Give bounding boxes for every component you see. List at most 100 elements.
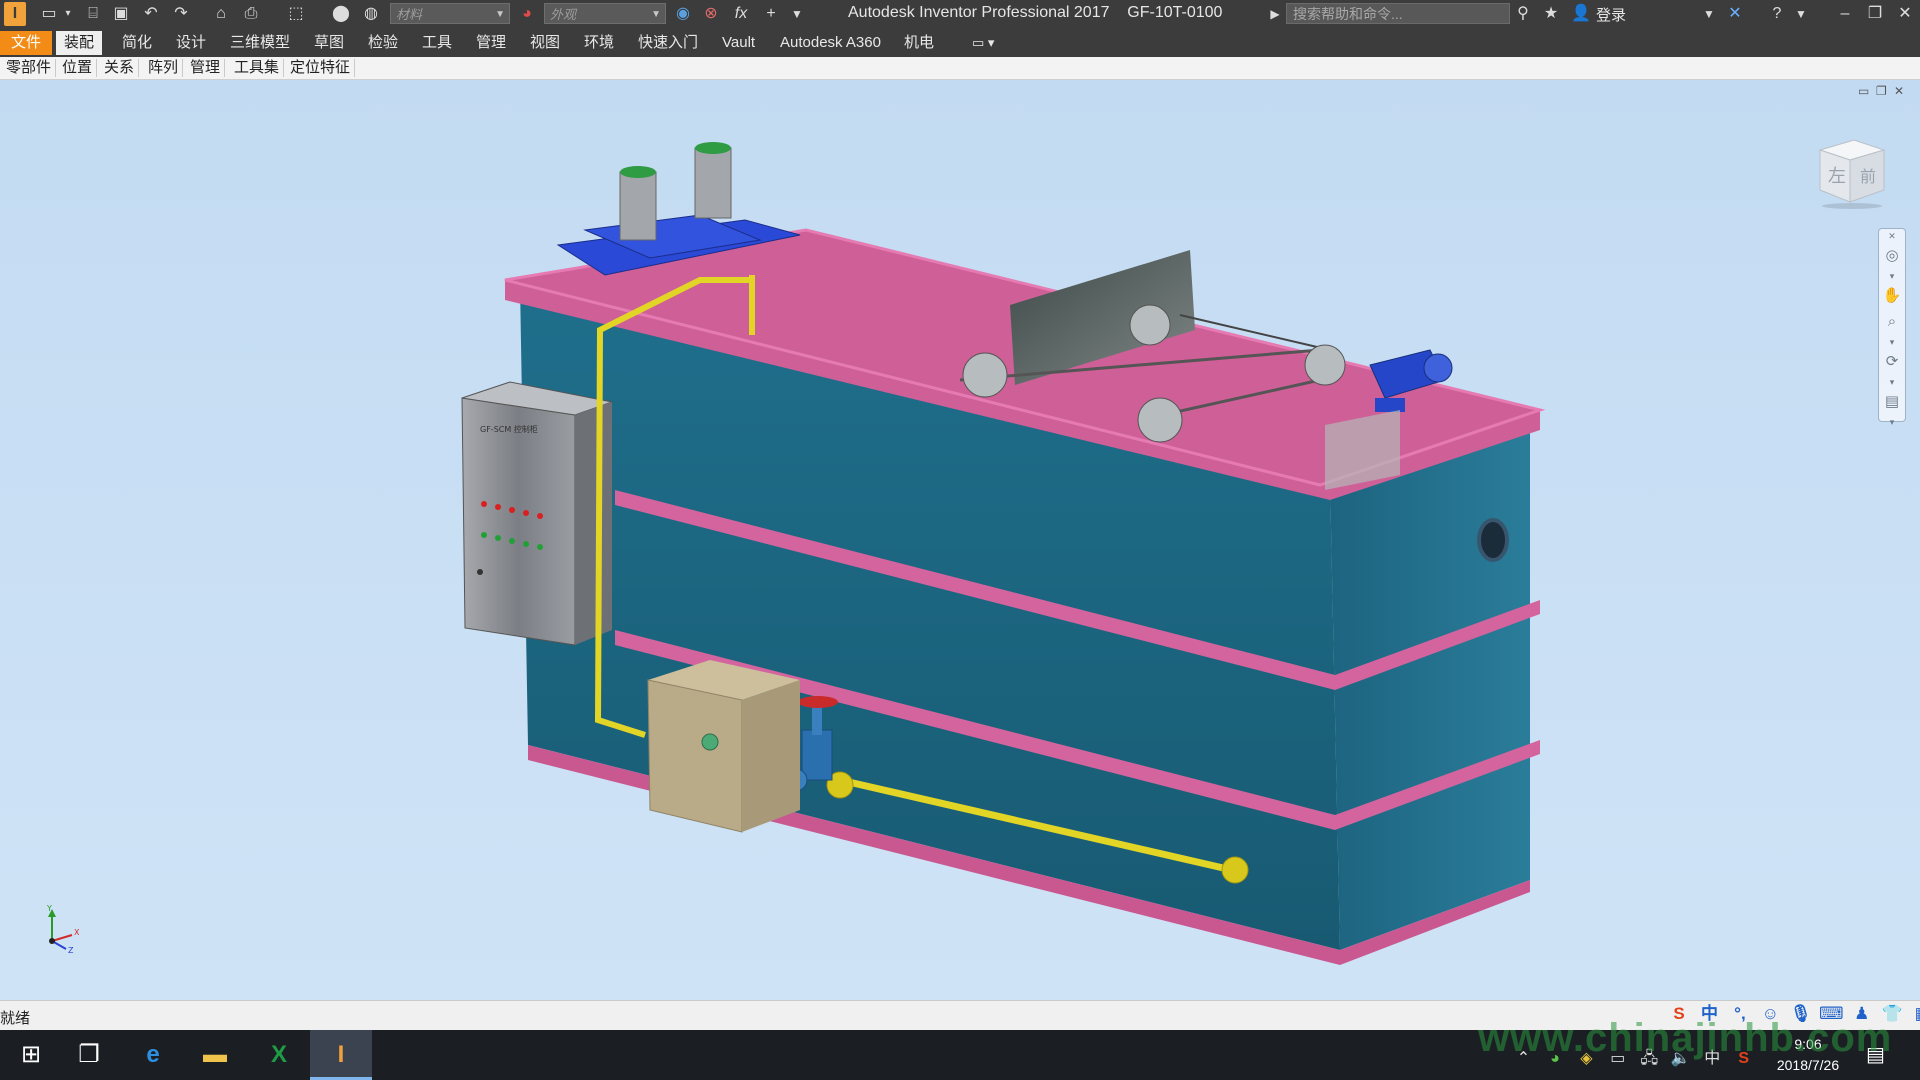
login-dropdown-icon[interactable]: ▼ [1698,4,1720,24]
help-icon[interactable]: ? [1766,4,1788,24]
control-cabinet-side [575,402,612,645]
control-cabinet-label: GF-SCM 控制柜 [480,424,538,434]
user-icon[interactable]: 👤 [1570,4,1592,24]
new-file-icon[interactable]: ▭ [38,4,60,24]
panel-pattern[interactable]: 阵列 [144,59,184,77]
tab-assemble[interactable]: 装配 [56,31,103,55]
control-cabinet[interactable] [461,397,576,646]
motor-fan-cover [1423,353,1453,383]
inventor-logo-icon[interactable]: I [4,2,26,26]
print-icon[interactable]: ⎙ [240,4,262,24]
sprocket-right-front [1137,397,1183,443]
help-search-input[interactable]: 搜索帮助和命令... [1286,3,1510,24]
x-axis-label: X [74,928,80,937]
redo-icon[interactable]: ↷ [170,4,192,24]
undo-icon[interactable]: ↶ [140,4,162,24]
login-button[interactable]: 登录 [1596,4,1626,25]
tab-inspect[interactable]: 检验 [360,31,406,55]
search-expand-icon[interactable]: ▶ [1264,4,1286,24]
toolbox-grid-icon[interactable]: ▦ [1910,1001,1920,1027]
sprocket-left-front [962,352,1008,398]
material-combo[interactable]: 材料 ▼ [390,3,510,24]
appearance-sphere-icon[interactable]: ◕ [516,4,538,24]
open-folder-icon[interactable]: ⌸ [82,4,104,24]
assembly-model[interactable]: GF-SCM 控制柜 [0,80,1920,1000]
gate-valve-stem [812,705,822,735]
tab-tools[interactable]: 工具 [414,31,460,55]
tab-vault[interactable]: Vault [714,31,763,55]
cabinet-lock-icon [477,569,483,575]
tab-a360[interactable]: Autodesk A360 [772,31,889,55]
agitator-motor-1-cap [620,166,656,178]
panel-relationships[interactable]: 关系 [100,59,140,77]
axis-triad: Y X Z [46,905,80,955]
customize-dropdown-icon[interactable]: ▼ [786,4,808,24]
tab-get-started[interactable]: 快速入门 [630,31,706,55]
tab-electromechanical[interactable]: 机电 [896,31,942,55]
material-combo-text: 材料 [396,7,423,22]
favorites-star-icon[interactable]: ★ [1540,4,1562,24]
tab-view[interactable]: 视图 [522,31,568,55]
restore-button[interactable]: ❐ [1860,2,1890,26]
panel-work-features[interactable]: 定位特征 [286,59,356,77]
excel-icon[interactable]: X [248,1030,310,1080]
panel-component[interactable]: 零部件 [2,59,57,77]
outlet-port [1477,518,1509,562]
save-icon[interactable]: ▣ [110,4,132,24]
panel-productivity[interactable]: 工具集 [230,59,285,77]
appearance-combo[interactable]: 外观 ▼ [544,3,666,24]
add-icon[interactable]: + [760,4,782,24]
agitator-motor-1 [619,171,657,241]
agitator-motor-2 [694,147,732,219]
appearance-combo-text: 外观 [550,7,577,22]
axis-origin [49,938,55,944]
gate-valve-body [801,729,833,781]
z-axis-label: Z [68,946,74,955]
agitator-motor-2-cap [695,142,731,154]
sprocket-right-back [1304,344,1346,386]
window-title: Autodesk Inventor Professional 2017 GF-1… [848,4,1222,22]
document-name: GF-10T-0100 [1127,4,1223,21]
x-axis-line [51,934,73,942]
clear-appearance-icon[interactable]: ⊗ [700,4,722,24]
edge-browser-icon[interactable]: e [122,1030,184,1080]
ribbon-tabs: 文件 装配 简化 设计 三维模型 草图 检验 工具 管理 视图 环境 快速入门 … [0,28,1920,57]
status-text: 就绪 [0,1010,31,1027]
graphics-viewport[interactable]: ▭ ❐ ✕ 左 前 ✕ ◎ ▾ ✋ ⌕ ▾ ⟳ ▾ ▤ ▾ GF-SCM 控制柜… [0,80,1920,1000]
select-filter-icon[interactable]: ⬚ [285,4,307,24]
title-bar: I ▭ ▾ ⌸ ▣ ↶ ↷ ⌂ ⎙ ⬚ ⬤ ◍ 材料 ▼ ◕ 外观 ▼ ◉ ⊗ … [0,0,1920,28]
tab-file[interactable]: 文件 [0,31,52,55]
globe-icon[interactable]: ◍ [360,4,382,24]
minimize-button[interactable]: – [1830,2,1860,26]
binoculars-icon[interactable]: ⚲ [1512,4,1534,24]
app-title: Autodesk Inventor Professional 2017 [848,4,1110,21]
parameters-fx-icon[interactable]: fx [730,4,752,24]
help-dropdown-icon[interactable]: ▼ [1790,4,1812,24]
chevron-down-icon: ▼ [495,9,505,20]
start-windows-icon[interactable]: ⊞ [0,1030,62,1080]
exchange-x-icon[interactable]: ✕ [1724,4,1746,24]
tab-design[interactable]: 设计 [168,31,214,55]
sight-glass-icon [701,733,719,751]
close-button[interactable]: ✕ [1890,2,1920,26]
valve-handwheel-icon[interactable] [798,696,838,708]
inventor-taskbar-icon[interactable]: I [310,1030,372,1080]
tab-3d-model[interactable]: 三维模型 [222,31,298,55]
motor-mount [1375,398,1405,412]
home-icon[interactable]: ⌂ [210,4,232,24]
reaction-box-side [742,680,800,832]
adjust-icon[interactable]: ◉ [672,4,694,24]
chevron-down-icon: ▼ [651,9,661,20]
tab-environments[interactable]: 环境 [576,31,622,55]
tab-sketch[interactable]: 草图 [306,31,352,55]
update-icon[interactable]: ⬤ [330,4,352,24]
new-dropdown-icon[interactable]: ▾ [62,4,74,24]
task-view-icon[interactable]: ❐ [58,1030,120,1080]
ribbon-display-toggle-icon[interactable]: ▭ ▾ [964,31,1002,55]
panel-manage[interactable]: 管理 [186,59,226,77]
panel-position[interactable]: 位置 [58,59,98,77]
tab-manage[interactable]: 管理 [468,31,514,55]
tab-simplify[interactable]: 简化 [114,31,160,55]
y-axis-label: Y [46,905,52,913]
file-explorer-icon[interactable]: ▬ [184,1030,246,1080]
